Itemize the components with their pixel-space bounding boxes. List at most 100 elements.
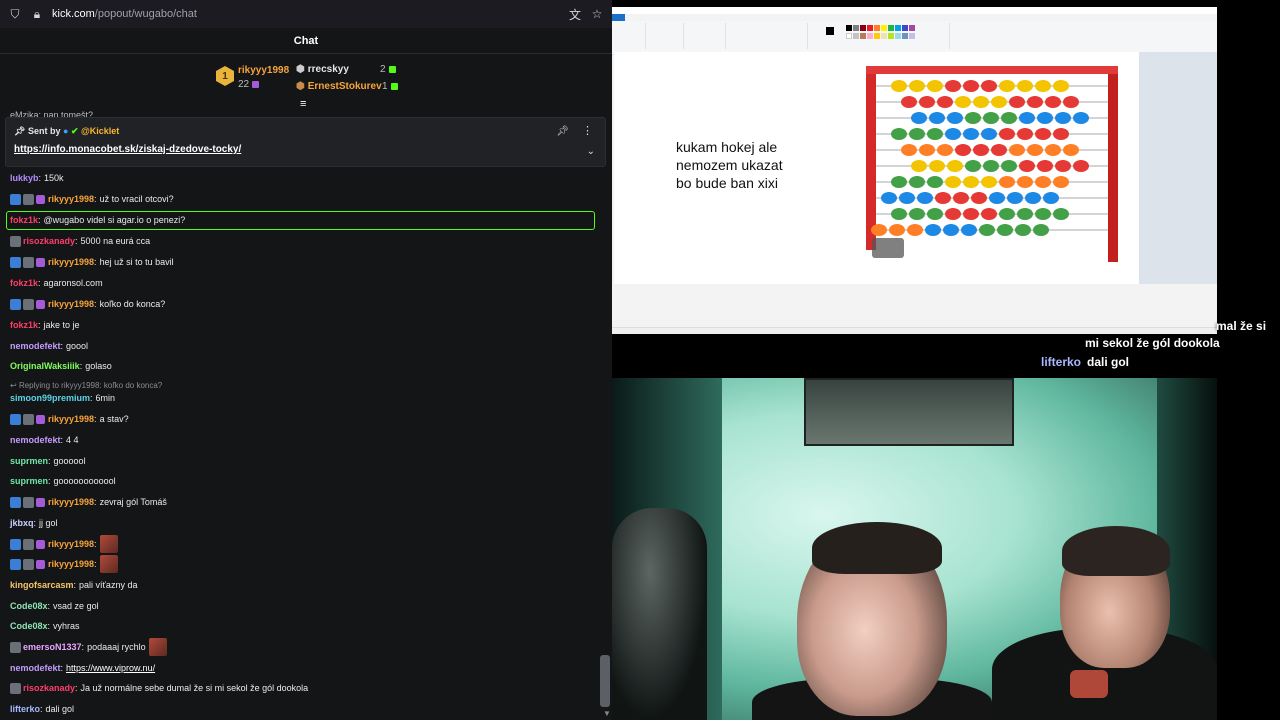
chat-message[interactable]: suprmen: goooool (10, 453, 86, 469)
chat-username[interactable]: fokz1k (10, 278, 38, 288)
emote-image[interactable] (148, 638, 167, 656)
browser-address-bar[interactable]: ⛉ 🔒︎ kick.com/popout/wugabo/chat 文 ☆ (0, 0, 612, 28)
chat-message[interactable]: simoon99premium:6min (10, 390, 115, 406)
chat-message[interactable]: suprmen: goooooooooool (10, 473, 116, 489)
chat-message[interactable]: fokz1k: agaronsol.com (10, 275, 103, 291)
chat-message[interactable]: rikyyy1998: hej už si to tu bavil (10, 254, 174, 270)
abacus-bead (955, 144, 971, 156)
og-badge-icon (23, 256, 34, 268)
chat-username[interactable]: rikyyy1998 (48, 559, 94, 569)
chat-username[interactable]: risozkanady (23, 683, 75, 693)
pinned-message[interactable]: 📌︎ Sent by ● ✔ @Kicklet https://info.mon… (5, 117, 606, 167)
chat-message[interactable]: OriginalWaksiiik: golaso (10, 358, 112, 374)
chat-message[interactable]: nemodefekt: https://www.viprow.nu/ (10, 660, 155, 676)
chat-message[interactable]: fokz1k: jake to je (10, 317, 80, 333)
chat-message[interactable]: Code08x: vsad ze gol (10, 598, 99, 614)
chat-message[interactable]: rikyyy1998: a stav? (10, 411, 129, 427)
chat-username[interactable]: emersoN1337 (23, 642, 82, 652)
chat-username[interactable]: fokz1k (10, 215, 38, 225)
chevron-down-icon[interactable]: ⌄ (587, 146, 595, 157)
abacus-bead (1017, 176, 1033, 188)
chat-message[interactable]: Code08x: vyhras (10, 618, 80, 634)
chat-username[interactable]: rikyyy1998 (48, 497, 94, 507)
chat-scrollbar[interactable] (600, 655, 610, 707)
chat-separator: : (75, 683, 78, 693)
shield-icon[interactable]: ⛉ (8, 7, 22, 21)
chat-username[interactable]: lukkyb (10, 173, 39, 183)
chat-username[interactable]: suprmen (10, 476, 48, 486)
url-text[interactable]: kick.com/popout/wugabo/chat (52, 8, 560, 20)
abacus-bead (1035, 128, 1051, 140)
chat-message[interactable]: rikyyy1998: (10, 535, 118, 553)
chat-message[interactable]: lukkyb:150k (10, 170, 64, 186)
chat-message[interactable]: jkbxq: jj gol (10, 515, 58, 531)
chat-message[interactable]: risozkanady: Ja už normálne sebe dumal že… (10, 680, 308, 696)
chat-message[interactable]: rikyyy1998: zevraj gól Tomáš (10, 494, 167, 510)
chat-username[interactable]: risozkanady (23, 236, 75, 246)
chat-message[interactable]: rikyyy1998: už to vracil otcovi? (10, 191, 174, 207)
collapse-leaderboard-icon[interactable]: ≡ (300, 98, 306, 110)
chat-message[interactable]: nemodefekt:4 4 (10, 432, 79, 448)
pinned-link[interactable]: https://info.monacobet.sk/ziskaj-dzedove… (14, 144, 241, 155)
chat-username[interactable]: Code08x (10, 621, 48, 631)
chat-username[interactable]: nemodefekt (10, 435, 61, 445)
chat-username[interactable]: rikyyy1998 (48, 257, 94, 267)
chat-message[interactable]: nemodefekt: goool (10, 338, 88, 354)
abacus-bead (965, 112, 981, 124)
chat-text: 6min (95, 393, 116, 403)
medal-silver-icon: ⬢ (296, 64, 305, 75)
abacus-bead (911, 160, 927, 172)
gift-icon (252, 80, 260, 88)
chat-username[interactable]: nemodefekt (10, 663, 61, 673)
chat-username[interactable]: Code08x (10, 601, 48, 611)
chat-message[interactable]: kingofsarcasm: pali víťazny da (10, 577, 137, 593)
url-host: kick.com (52, 8, 95, 20)
chat-message[interactable]: rikyyy1998: (10, 555, 118, 573)
chat-separator: : (60, 341, 64, 351)
gaming-chair (612, 508, 707, 720)
chat-message[interactable]: lifterko: dali gol (10, 701, 74, 717)
chat-username[interactable]: lifterko (10, 704, 40, 714)
chat-message[interactable]: rikyyy1998: koľko do konca? (10, 296, 165, 312)
chat-username[interactable]: simoon99premium (10, 393, 90, 403)
unpin-icon[interactable]: 📌︎ (556, 126, 569, 137)
abacus-bead (927, 208, 943, 220)
chat-message[interactable]: fokz1k: @wugabo videl si agar.io o penezi… (10, 212, 185, 228)
abacus-bead (1001, 112, 1017, 124)
abacus-bead (1045, 96, 1061, 108)
chat-message[interactable]: emersoN1337: podaaaj rychlo (10, 638, 167, 656)
reply-context[interactable]: ↩ Replying to rikyyy1998: koľko do konca… (10, 381, 162, 390)
abacus-bead (945, 176, 961, 188)
chat-username[interactable]: OriginalWaksiiik (10, 361, 80, 371)
chat-username[interactable]: rikyyy1998 (48, 194, 94, 204)
chat-username[interactable]: rikyyy1998 (48, 299, 94, 309)
leader-1-name[interactable]: rikyyy1998 (238, 65, 289, 76)
chat-link[interactable]: https://www.viprow.nu/ (66, 663, 155, 673)
leader-2-row[interactable]: ⬢ rrecskyy (296, 64, 349, 75)
chat-username[interactable]: suprmen (10, 456, 48, 466)
chat-username[interactable]: nemodefekt (10, 341, 61, 351)
more-options-icon[interactable]: ⋮ (582, 124, 593, 137)
abacus-bead (889, 224, 905, 236)
chat-message[interactable]: risozkanady:5000 na eurá cca (10, 233, 150, 249)
emote-image[interactable] (99, 555, 118, 573)
scroll-down-arrow-icon[interactable]: ▼ (603, 709, 611, 718)
abacus-bead (943, 224, 959, 236)
lock-icon[interactable]: 🔒︎ (30, 7, 44, 21)
chat-username[interactable]: rikyyy1998 (48, 539, 94, 549)
chat-separator: : (48, 456, 51, 466)
translate-icon[interactable]: 文 (568, 7, 582, 22)
chat-username[interactable]: rikyyy1998 (48, 414, 94, 424)
emote-image[interactable] (99, 535, 118, 553)
pinned-sent-by: 📌︎ Sent by ● ✔ @Kicklet (14, 126, 119, 137)
bookmark-star-icon[interactable]: ☆ (590, 7, 604, 21)
chat-username[interactable]: fokz1k (10, 320, 38, 330)
chat-username[interactable]: kingofsarcasm (10, 580, 74, 590)
chat-username[interactable]: jkbxq (10, 518, 34, 528)
reply-context-text: Replying to rikyyy1998: koľko do konca? (18, 381, 163, 390)
abacus-bead (1043, 192, 1059, 204)
abacus-bead (999, 80, 1015, 92)
sent-by-user[interactable]: @Kicklet (81, 126, 119, 136)
leader-3-row[interactable]: ⬢ ErnestStokurev (296, 81, 382, 92)
chat-text: koľko do konca? (99, 299, 166, 309)
